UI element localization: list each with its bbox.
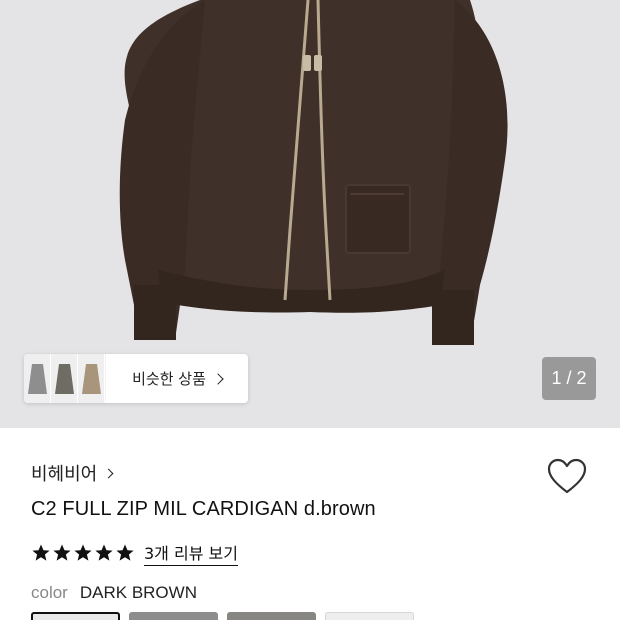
image-pager: 1 / 2 xyxy=(542,357,596,400)
color-swatch[interactable] xyxy=(227,612,316,620)
color-row: color DARK BROWN xyxy=(31,583,197,603)
thumbnail-gray xyxy=(24,354,51,403)
thumbnail-beige xyxy=(78,354,105,403)
star-icon xyxy=(32,544,50,561)
star-icon xyxy=(95,544,113,561)
chevron-right-icon xyxy=(212,373,224,385)
color-swatch[interactable] xyxy=(129,612,218,620)
product-image-area[interactable]: 비슷한 상품 1 / 2 xyxy=(0,0,620,428)
thumbnail-olive xyxy=(51,354,78,403)
color-swatches xyxy=(31,612,414,620)
similar-products-button[interactable]: 비슷한 상품 xyxy=(106,354,248,403)
review-link[interactable]: 3개 리뷰 보기 xyxy=(144,540,238,566)
similar-thumbnails xyxy=(24,354,106,403)
color-value: DARK BROWN xyxy=(79,583,197,602)
chevron-right-icon xyxy=(103,468,114,479)
color-label: color xyxy=(31,583,68,602)
similar-products-bar[interactable]: 비슷한 상품 xyxy=(24,354,248,403)
star-rating xyxy=(31,543,135,563)
star-icon xyxy=(116,544,134,561)
color-swatch-selected[interactable] xyxy=(31,612,120,620)
star-icon xyxy=(53,544,71,561)
heart-icon[interactable] xyxy=(546,457,588,497)
product-title: C2 FULL ZIP MIL CARDIGAN d.brown xyxy=(31,498,376,520)
color-swatch[interactable] xyxy=(325,612,414,620)
rating-row: 3개 리뷰 보기 xyxy=(31,540,238,566)
brand-link[interactable]: 비헤비어 xyxy=(31,460,114,486)
star-icon xyxy=(74,544,92,561)
brand-name: 비헤비어 xyxy=(31,464,98,485)
similar-products-label: 비슷한 상품 xyxy=(132,370,206,388)
